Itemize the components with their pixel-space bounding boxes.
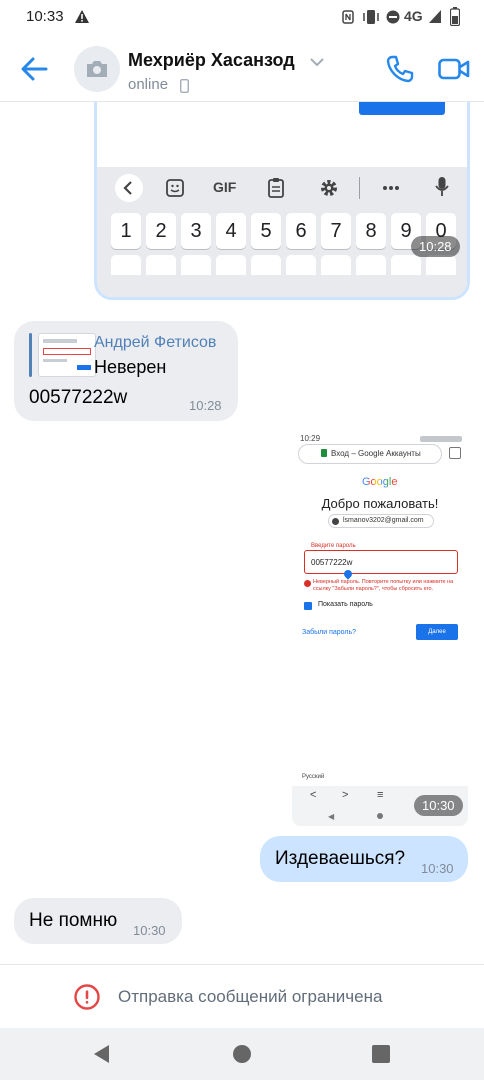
key-3: 3: [181, 213, 211, 249]
screenshot-email: lsmanov3202@gmail.com: [343, 517, 424, 524]
network-label: 4G: [404, 8, 423, 24]
photo-message-keyboard[interactable]: GIF 1 2 3 4 5 6 7 8 9 0 10:28: [94, 102, 470, 300]
key-6: 6: [286, 213, 316, 249]
phone-icon[interactable]: [385, 54, 415, 84]
system-nav-bar: [0, 1028, 484, 1080]
key-4: 4: [216, 213, 246, 249]
chat-area[interactable]: GIF 1 2 3 4 5 6 7 8 9 0 10:28 Андрей Фет…: [0, 102, 484, 964]
nav-back-icon[interactable]: [92, 1044, 110, 1064]
contact-name[interactable]: Мехриёр Хасанзод: [128, 50, 295, 71]
chat-header: Мехриёр Хасанзод online: [0, 36, 484, 102]
key-7: 7: [321, 213, 351, 249]
clipboard-icon: [267, 177, 285, 199]
screenshot-show-password: Показать пароль: [318, 601, 373, 608]
camera-icon: [85, 59, 109, 79]
reply-message-bubble[interactable]: Андрей Фетисов Неверен 00577222w 10:28: [14, 321, 238, 421]
do-not-disturb-icon: [386, 10, 400, 24]
restricted-footer: Отправка сообщений ограничена: [0, 964, 484, 1028]
reply-thumbnail: [38, 333, 96, 377]
keyboard-area: GIF 1 2 3 4 5 6 7 8 9 0: [97, 167, 467, 297]
screenshot-error-icon: [304, 580, 311, 587]
vibrate-icon: [362, 9, 380, 25]
key-5: 5: [251, 213, 281, 249]
screenshot-account-chip: lsmanov3202@gmail.com: [328, 514, 434, 528]
gif-label: GIF: [213, 179, 237, 195]
video-call-icon[interactable]: [438, 57, 470, 81]
reply-author: Андрей Фетисов: [94, 334, 217, 351]
key-8: 8: [356, 213, 386, 249]
screenshot-status-icons: [420, 436, 462, 442]
more-dots-icon: [383, 186, 399, 190]
nav-recents-icon[interactable]: [372, 1045, 390, 1063]
screenshot-password-value: 00577222w: [311, 558, 353, 567]
screenshot-url-text: Вход – Google Аккаунты: [331, 449, 421, 458]
incoming-message-bubble[interactable]: Не помню 10:30: [14, 898, 182, 944]
reply-quoted-text: Неверен: [94, 357, 167, 377]
chevron-down-icon[interactable]: [310, 58, 324, 67]
warning-circle-icon: [74, 984, 100, 1010]
key-2: 2: [146, 213, 176, 249]
screenshot-password-label: Введите пароль: [309, 543, 358, 549]
keyboard-back-icon: [115, 174, 143, 202]
photo-time: 10:30: [414, 795, 463, 816]
screenshot-forgot-password: Забыли пароль?: [302, 629, 357, 636]
reply-quote-bar: [29, 333, 32, 377]
message-time: 10:30: [421, 861, 454, 876]
sticker-icon: [165, 178, 185, 198]
avatar[interactable]: [74, 46, 120, 92]
screenshot-error-text: Неверный пароль. Повторите попытку или н…: [313, 579, 454, 592]
status-time: 10:33: [26, 8, 64, 25]
status-bar: 10:33 4G: [0, 0, 484, 36]
settings-gear-icon: [319, 178, 339, 198]
outgoing-message-bubble[interactable]: Издеваешься? 10:30: [260, 836, 468, 882]
photo-time: 10:28: [411, 236, 460, 257]
message-text: Не помню: [29, 910, 118, 931]
restricted-text: Отправка сообщений ограничена: [118, 987, 383, 1006]
screenshot-blue-button: [359, 102, 445, 115]
contact-status: online: [128, 76, 169, 93]
toolbar-divider: [359, 177, 360, 199]
battery-icon: [450, 7, 460, 26]
screenshot-next-button: Далее: [416, 624, 458, 640]
microphone-icon: [435, 176, 449, 198]
nfc-icon: [342, 10, 354, 24]
keyboard-next-row: [111, 255, 456, 275]
warning-icon: [74, 9, 90, 24]
screenshot-url-bar: Вход – Google Аккаунты: [298, 444, 442, 464]
screenshot-language: Русский: [302, 774, 325, 780]
back-arrow-icon[interactable]: [20, 56, 48, 82]
screenshot-checkbox: [304, 602, 312, 610]
screenshot-tab-icon: [449, 447, 461, 459]
message-text: 00577222w: [29, 387, 128, 408]
signal-icon: [428, 9, 442, 24]
screenshot-google-logo: Google: [362, 476, 398, 488]
mobile-device-icon: [180, 79, 189, 93]
message-text: Издеваешься?: [275, 848, 406, 869]
message-time: 10:28: [189, 398, 222, 413]
screenshot-welcome: Добро пожаловать!: [321, 496, 439, 511]
photo-message-google-login[interactable]: 10:29 Вход – Google Аккаунты Google Добр…: [292, 432, 468, 826]
key-1: 1: [111, 213, 141, 249]
screenshot-password-field: Введите пароль 00577222w: [304, 543, 458, 574]
nav-home-icon[interactable]: [233, 1045, 251, 1063]
message-time: 10:30: [133, 923, 166, 938]
screenshot-status-time: 10:29: [300, 434, 321, 443]
